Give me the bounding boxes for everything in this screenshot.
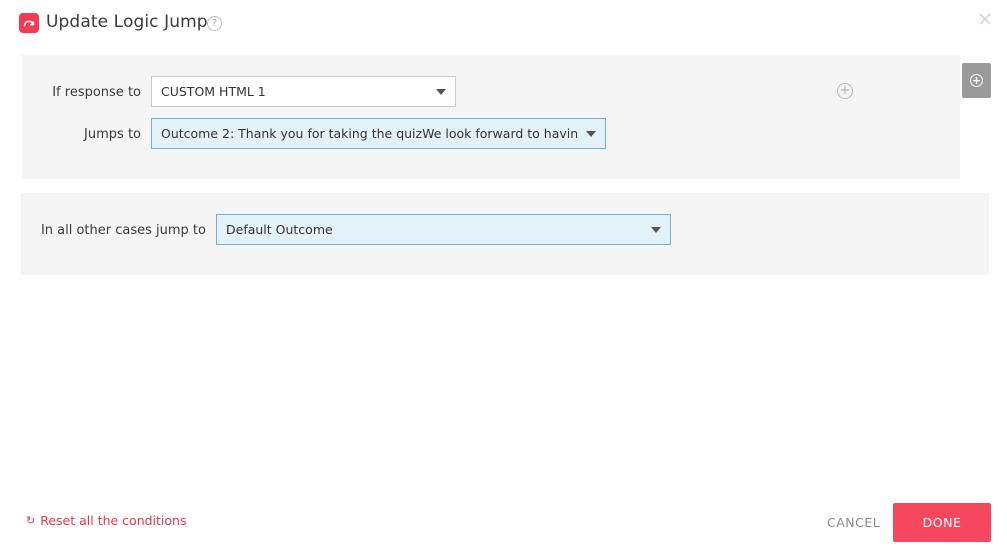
- if-response-label: If response to: [52, 85, 141, 100]
- add-rule-button[interactable]: +: [962, 63, 991, 98]
- if-response-select[interactable]: CUSTOM HTML 1: [151, 76, 456, 107]
- default-jump-value: Default Outcome: [226, 222, 333, 237]
- chevron-down-icon: [436, 88, 446, 95]
- jumps-to-label: Jumps to: [84, 127, 141, 142]
- done-button[interactable]: DONE: [893, 503, 991, 542]
- jumps-to-value: Outcome 2: Thank you for taking the quiz…: [161, 126, 577, 141]
- reset-conditions-link[interactable]: ↻ Reset all the conditions: [26, 513, 186, 528]
- cancel-button[interactable]: CANCEL: [827, 515, 880, 530]
- plus-circle-icon: +: [970, 74, 983, 87]
- add-condition-button[interactable]: +: [837, 83, 853, 99]
- close-icon: [979, 13, 991, 25]
- default-jump-label: In all other cases jump to: [40, 223, 206, 238]
- rule-panel: [22, 55, 960, 179]
- plus-circle-icon: +: [839, 83, 851, 98]
- chevron-down-icon: [651, 226, 661, 233]
- dialog-title: Update Logic Jump: [46, 12, 208, 32]
- refresh-icon: ↻: [26, 514, 36, 527]
- question-circle-icon[interactable]: ?: [207, 16, 222, 31]
- default-jump-select[interactable]: Default Outcome: [216, 214, 671, 245]
- logic-jump-icon: [19, 13, 39, 33]
- reset-conditions-label: Reset all the conditions: [40, 513, 187, 528]
- chevron-down-icon: [586, 130, 596, 137]
- if-response-value: CUSTOM HTML 1: [161, 84, 266, 99]
- close-button[interactable]: [976, 10, 994, 28]
- jumps-to-select[interactable]: Outcome 2: Thank you for taking the quiz…: [151, 118, 606, 149]
